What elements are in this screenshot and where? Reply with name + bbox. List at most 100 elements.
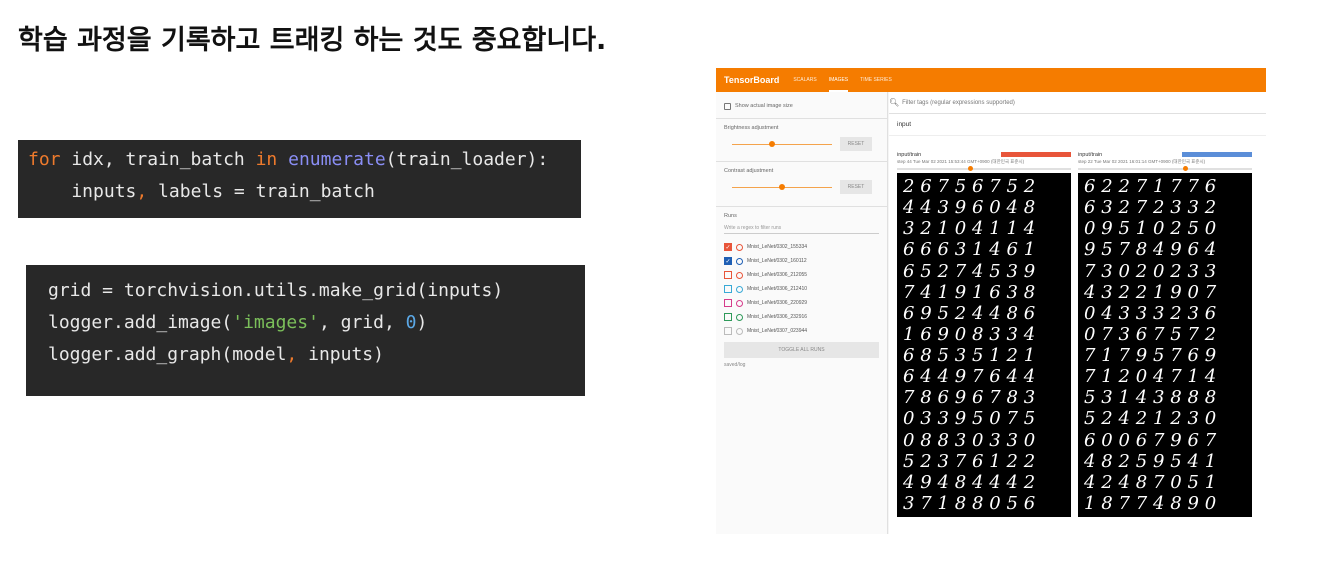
code-token: enumerate xyxy=(288,149,386,170)
code-token: logger.add_graph(model xyxy=(48,344,287,365)
contrast-label: Contrast adjustment xyxy=(724,168,774,174)
image-cards: input/train step 44 Tue Mar 02 2021 15:53… xyxy=(897,152,1262,532)
run-color-icon xyxy=(736,271,743,279)
tensorboard-screenshot: TensorBoard SCALARS IMAGES TIME SERIES S… xyxy=(716,68,1266,534)
tab-scalars[interactable]: SCALARS xyxy=(793,68,816,92)
code-token: 0 xyxy=(405,312,417,333)
image-card[interactable]: input/train step 22 Tue Mar 02 2021 16:01… xyxy=(1078,152,1252,517)
show-actual-size-label: Show actual image size xyxy=(735,103,793,109)
step-slider[interactable] xyxy=(897,166,1071,171)
run-checkbox[interactable] xyxy=(724,285,732,293)
run-checkbox[interactable] xyxy=(724,299,732,307)
code-token: inputs) xyxy=(297,344,384,365)
mnist-image-grid: 62271776 63272332 09510250 95784964 73020233… xyxy=(1078,173,1252,517)
contrast-reset-button[interactable]: RESET xyxy=(840,180,872,194)
mnist-digit-row: 73020233 xyxy=(1084,260,1223,282)
run-item[interactable]: ✓ Mnist_LeNet/0302_155334 xyxy=(724,240,879,254)
mnist-digit-row: 68535121 xyxy=(903,345,1042,366)
step-slider-handle[interactable] xyxy=(967,166,973,171)
show-actual-size-checkbox[interactable] xyxy=(724,102,731,110)
tab-images[interactable]: IMAGES xyxy=(828,68,849,92)
step-slider[interactable] xyxy=(1078,166,1252,171)
code-token: for xyxy=(28,149,61,170)
code2-line: grid = torchvision.utils.make_grid(input… xyxy=(48,275,585,307)
mnist-digit-row: 08830330 xyxy=(903,429,1042,451)
tensorboard-sidebar: Show actual image size Brightness adjust… xyxy=(716,92,888,534)
mnist-digit-row: 71795769 xyxy=(1084,345,1223,366)
mnist-digit-row: 65274539 xyxy=(903,260,1042,282)
tensorboard-main: 🔍︎ Filter tags (regular expressions supp… xyxy=(889,92,1266,534)
run-name: Mnist_LeNet/0306_232916 xyxy=(747,314,808,320)
mnist-digit-row: 43221907 xyxy=(1084,281,1223,303)
run-checkbox[interactable] xyxy=(724,313,732,321)
mnist-digit-row: 07367572 xyxy=(1084,323,1223,345)
code-block-training-loop: for idx, train_batch in enumerate(train_… xyxy=(18,140,581,218)
run-item[interactable]: Mnist_LeNet/0306_232916 xyxy=(724,310,879,324)
code-token: inputs xyxy=(28,181,137,202)
mnist-digit-row: 52376122 xyxy=(903,450,1042,472)
run-checkbox[interactable] xyxy=(724,327,732,335)
code-token: ) xyxy=(416,312,428,333)
code-token: grid = torchvision.utils.make_grid(input… xyxy=(48,280,504,301)
run-name: Mnist_LeNet/0307_023944 xyxy=(747,328,808,334)
run-color-icon xyxy=(736,257,743,265)
run-name: Mnist_LeNet/0306_212410 xyxy=(747,286,808,292)
run-color-icon xyxy=(736,299,743,307)
mnist-digit-row: 49484442 xyxy=(903,471,1042,493)
code1-line: inputs, labels = train_batch xyxy=(28,176,581,208)
mnist-digit-row: 26756752 xyxy=(903,176,1042,197)
tag-group-title: input xyxy=(889,114,1266,136)
mnist-digit-row: 18774890 xyxy=(1084,492,1223,514)
run-name: Mnist_LeNet/0306_220929 xyxy=(747,300,808,306)
run-checkbox[interactable]: ✓ xyxy=(724,257,732,265)
brightness-label: Brightness adjustment xyxy=(724,125,779,131)
code2-line: logger.add_image('images', grid, 0) xyxy=(48,307,585,339)
code-token: (train_loader): xyxy=(385,149,549,170)
mnist-digit-row: 64497644 xyxy=(903,366,1042,388)
run-color-icon xyxy=(736,285,743,293)
run-item[interactable]: Mnist_LeNet/0306_220929 xyxy=(724,296,879,310)
run-color-icon xyxy=(736,313,743,321)
run-checkbox[interactable] xyxy=(724,271,732,279)
run-item[interactable]: Mnist_LeNet/0306_212410 xyxy=(724,282,879,296)
slide-title: 학습 과정을 기록하고 트래킹 하는 것도 중요합니다. xyxy=(18,25,607,56)
mnist-digit-row: 52421230 xyxy=(1084,408,1223,430)
mnist-digit-row: 53143888 xyxy=(1084,387,1223,409)
run-color-icon xyxy=(736,243,743,251)
run-item[interactable]: Mnist_LeNet/0306_212055 xyxy=(724,268,879,282)
code2-line: logger.add_graph(model, inputs) xyxy=(48,339,585,371)
run-badge xyxy=(1182,152,1252,157)
contrast-slider[interactable] xyxy=(732,184,832,190)
mnist-digit-row: 66631461 xyxy=(903,239,1042,261)
mnist-image-grid: 26756752 44396048 32104114 66631461 65274539… xyxy=(897,173,1071,517)
contrast-slider-handle[interactable] xyxy=(779,184,785,190)
code-token: , xyxy=(286,344,298,365)
run-name: Mnist_LeNet/0306_212055 xyxy=(747,272,808,278)
tag-filter-bar[interactable]: 🔍︎ Filter tags (regular expressions supp… xyxy=(889,92,1266,114)
mnist-digit-row: 04333236 xyxy=(1084,302,1223,324)
mnist-digit-row: 62271776 xyxy=(1084,176,1223,197)
mnist-digit-row: 44396048 xyxy=(903,197,1042,219)
tag-filter-input[interactable]: Filter tags (regular expressions support… xyxy=(902,100,1015,106)
code-token: 'images' xyxy=(232,312,319,333)
code-block-logger: grid = torchvision.utils.make_grid(input… xyxy=(26,265,585,396)
runs-filter-input[interactable]: Write a regex to filter runs xyxy=(724,225,879,234)
mnist-digit-row: 71204714 xyxy=(1084,366,1223,388)
toggle-all-runs-button[interactable]: TOGGLE ALL RUNS xyxy=(724,342,879,358)
search-icon: 🔍︎ xyxy=(889,98,900,107)
brightness-slider[interactable] xyxy=(732,141,832,147)
run-item[interactable]: ✓ Mnist_LeNet/0302_160112 xyxy=(724,254,879,268)
tab-time-series[interactable]: TIME SERIES xyxy=(860,68,892,92)
brightness-reset-button[interactable]: RESET xyxy=(840,137,872,151)
mnist-digit-row: 74191638 xyxy=(903,281,1042,303)
tensorboard-header: TensorBoard SCALARS IMAGES TIME SERIES xyxy=(716,68,1266,92)
mnist-digit-row: 48259541 xyxy=(1084,450,1223,472)
image-card[interactable]: input/train step 44 Tue Mar 02 2021 15:53… xyxy=(897,152,1071,517)
brightness-slider-handle[interactable] xyxy=(769,141,775,147)
run-name: Mnist_LeNet/0302_155334 xyxy=(747,244,808,250)
step-slider-handle[interactable] xyxy=(1183,166,1189,171)
run-item[interactable]: Mnist_LeNet/0307_023944 xyxy=(724,324,879,338)
image-card-meta: step 22 Tue Mar 02 2021 16:01:14 GMT+090… xyxy=(1078,159,1206,164)
run-checkbox[interactable]: ✓ xyxy=(724,243,732,251)
